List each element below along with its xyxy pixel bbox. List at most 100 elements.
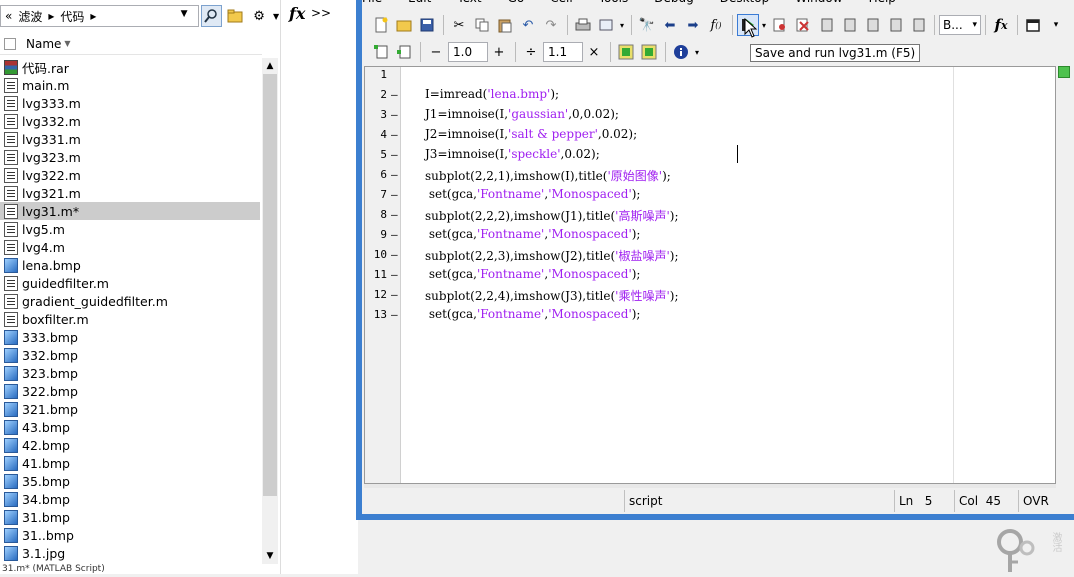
insert-cell-icon[interactable]: [370, 41, 392, 63]
code-line[interactable]: subplot(2,2,2),imshow(J1),title('高斯噪声');: [425, 207, 679, 224]
expand-chevron-icon[interactable]: >>: [311, 6, 331, 20]
breakpoint-marker[interactable]: —: [391, 128, 398, 141]
file-list-item[interactable]: 321.bmp: [0, 400, 260, 418]
fx-icon[interactable]: fx: [990, 14, 1012, 36]
menu-tools[interactable]: Tools: [599, 0, 629, 5]
chevron-down-icon[interactable]: ▾: [1045, 14, 1067, 36]
function-browser-icon[interactable]: f(): [705, 14, 727, 36]
column-header-name[interactable]: Name: [26, 37, 61, 51]
file-list-item[interactable]: 332.bmp: [0, 346, 260, 364]
save-icon[interactable]: [416, 14, 438, 36]
folder-up-icon[interactable]: [224, 5, 246, 27]
file-list-item[interactable]: 代码.rar: [0, 58, 260, 76]
chevron-down-icon[interactable]: ▾: [693, 41, 701, 63]
breakpoint-marker[interactable]: —: [391, 268, 398, 281]
file-list-item[interactable]: lvg4.m: [0, 238, 260, 256]
code-line[interactable]: set(gca,'Fontname','Monospaced');: [425, 227, 641, 241]
scroll-down-icon[interactable]: ▼: [262, 548, 278, 564]
file-list-item[interactable]: lvg31.m*: [0, 202, 260, 220]
file-list-scrollbar[interactable]: ▲ ▼: [262, 58, 278, 564]
step-icon[interactable]: [815, 14, 837, 36]
file-list-item[interactable]: lvg5.m: [0, 220, 260, 238]
breakpoint-marker[interactable]: —: [391, 228, 398, 241]
fx-icon[interactable]: fx: [289, 4, 305, 23]
cut-icon[interactable]: ✂: [448, 14, 470, 36]
file-list-item[interactable]: guidedfilter.m: [0, 274, 260, 292]
breakpoint-marker[interactable]: —: [391, 188, 398, 201]
file-list-item[interactable]: lvg332.m: [0, 112, 260, 130]
file-list-item[interactable]: 35.bmp: [0, 472, 260, 490]
go-back-icon[interactable]: ⬅: [659, 14, 681, 36]
code-analyzer-status-icon[interactable]: [1058, 66, 1070, 78]
file-list-item[interactable]: lena.bmp: [0, 256, 260, 274]
file-list-item[interactable]: boxfilter.m: [0, 310, 260, 328]
breakpoint-marker[interactable]: —: [391, 88, 398, 101]
chevron-down-icon[interactable]: ▼: [181, 9, 188, 19]
set-breakpoint-icon[interactable]: [769, 14, 791, 36]
file-list-item[interactable]: 333.bmp: [0, 328, 260, 346]
continue-icon[interactable]: [884, 14, 906, 36]
editor-scrollbar[interactable]: [1056, 66, 1072, 484]
menu-cell[interactable]: Cell: [550, 0, 572, 5]
file-list-item[interactable]: 41.bmp: [0, 454, 260, 472]
divide-value-field[interactable]: 1.1: [543, 42, 583, 62]
stack-select[interactable]: B...: [939, 15, 981, 35]
exit-debug-icon[interactable]: [907, 14, 929, 36]
step-in-icon[interactable]: [838, 14, 860, 36]
file-list-item[interactable]: 42.bmp: [0, 436, 260, 454]
divide-button[interactable]: ÷: [520, 41, 542, 63]
breadcrumb-overflow[interactable]: «: [5, 9, 12, 23]
scroll-up-icon[interactable]: ▲: [262, 58, 278, 74]
publish-icon[interactable]: [595, 14, 617, 36]
code-line[interactable]: set(gca,'Fontname','Monospaced');: [425, 307, 641, 321]
breadcrumb-separator[interactable]: ▸: [90, 9, 96, 23]
redo-icon[interactable]: ↷: [540, 14, 562, 36]
go-forward-icon[interactable]: ➡: [682, 14, 704, 36]
code-editor[interactable]: 1 2—3—4—5—6—7—8—9—10—11—12—13— I=imread('…: [364, 66, 1056, 484]
breakpoint-marker[interactable]: —: [391, 168, 398, 181]
file-list-item[interactable]: 323.bmp: [0, 364, 260, 382]
gear-icon[interactable]: ⚙: [248, 5, 270, 27]
menu-help[interactable]: Help: [869, 0, 896, 5]
scrollbar-thumb[interactable]: [263, 74, 277, 496]
increment-button[interactable]: +: [488, 41, 510, 63]
decrement-button[interactable]: −: [425, 41, 447, 63]
file-list-item[interactable]: lvg323.m: [0, 148, 260, 166]
chevron-down-icon[interactable]: ▾: [760, 14, 768, 36]
breadcrumb-item-filter[interactable]: 滤波: [18, 8, 42, 25]
file-list-item[interactable]: gradient_guidedfilter.m: [0, 292, 260, 310]
undo-icon[interactable]: ↶: [517, 14, 539, 36]
open-folder-icon[interactable]: [393, 14, 415, 36]
menu-desktop[interactable]: Desktop: [720, 0, 770, 5]
code-line[interactable]: J2=imnoise(I,'salt & pepper',0.02);: [425, 127, 637, 141]
breakpoint-marker[interactable]: —: [391, 208, 398, 221]
file-list-item[interactable]: 34.bmp: [0, 490, 260, 508]
code-line[interactable]: set(gca,'Fontname','Monospaced');: [425, 267, 641, 281]
breakpoint-marker[interactable]: —: [391, 148, 398, 161]
file-list-item[interactable]: main.m: [0, 76, 260, 94]
file-list-item[interactable]: lvg321.m: [0, 184, 260, 202]
file-list-item[interactable]: 3.1.jpg: [0, 544, 260, 562]
code-line[interactable]: set(gca,'Fontname','Monospaced');: [425, 187, 641, 201]
file-list-item[interactable]: lvg322.m: [0, 166, 260, 184]
menu-text[interactable]: Text: [457, 0, 481, 5]
evaluate-cell-advance-icon[interactable]: [615, 41, 637, 63]
file-list-item[interactable]: 322.bmp: [0, 382, 260, 400]
new-file-icon[interactable]: [370, 14, 392, 36]
search-icon[interactable]: [200, 5, 223, 27]
step-out-icon[interactable]: [861, 14, 883, 36]
menu-window[interactable]: Window: [795, 0, 842, 5]
file-list-item[interactable]: 31..bmp: [0, 526, 260, 544]
chevron-down-icon[interactable]: ▾: [618, 14, 626, 36]
code-line[interactable]: J3=imnoise(I,'speckle',0.02);: [425, 147, 600, 161]
evaluate-cell-icon[interactable]: [393, 41, 415, 63]
breadcrumb-separator[interactable]: ▸: [48, 9, 54, 23]
find-icon[interactable]: 🔭: [636, 14, 658, 36]
clear-breakpoints-icon[interactable]: [792, 14, 814, 36]
menu-edit[interactable]: Edit: [408, 0, 431, 5]
menu-file[interactable]: File: [362, 0, 382, 5]
breakpoint-marker[interactable]: —: [391, 308, 398, 321]
file-list-item[interactable]: 43.bmp: [0, 418, 260, 436]
breadcrumb[interactable]: « 滤波 ▸ 代码 ▸ ▼: [0, 5, 199, 27]
code-line[interactable]: subplot(2,2,4),imshow(J3),title('乘性噪声');: [425, 287, 679, 304]
